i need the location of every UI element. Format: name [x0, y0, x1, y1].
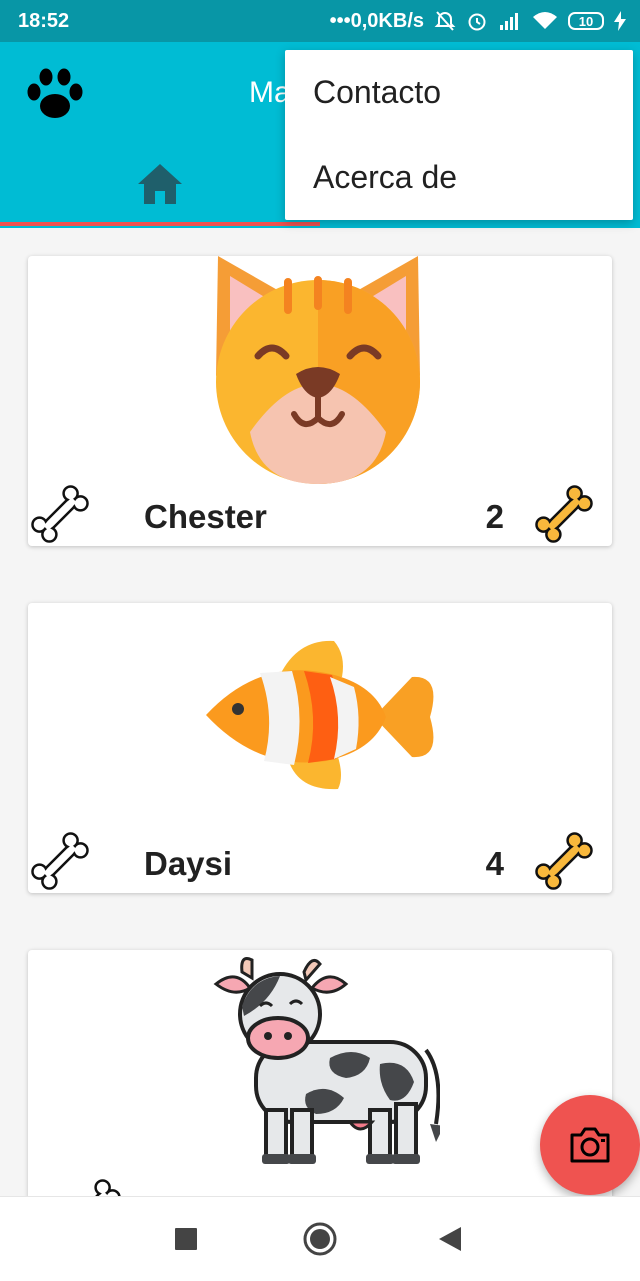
tab-indicator: [0, 222, 320, 226]
menu-item-contacto[interactable]: Contacto: [285, 50, 633, 135]
pet-name: Daysi: [144, 845, 233, 882]
bone-filled-icon[interactable]: [532, 482, 596, 546]
pet-rating: 4: [485, 845, 504, 882]
pet-card-chester[interactable]: Chester 2: [28, 256, 612, 546]
signal-icon: [500, 13, 518, 30]
camera-icon: [570, 1127, 610, 1163]
bone-outline-icon[interactable]: [28, 829, 92, 893]
camera-fab[interactable]: [540, 1095, 640, 1195]
status-icons: •••0,0KB/s 10: [330, 10, 626, 33]
home-circle-icon[interactable]: [300, 1219, 340, 1259]
network-speed: •••0,0KB/s: [329, 9, 424, 32]
battery-icon: 10: [568, 12, 604, 30]
fish-image: [206, 640, 434, 790]
cat-image: [216, 256, 420, 484]
overflow-menu: Contacto Acerca de: [285, 50, 633, 220]
pet-name: Chester: [144, 498, 267, 535]
recents-icon[interactable]: [166, 1219, 206, 1259]
system-nav-bar: [0, 1196, 640, 1281]
wifi-icon: [533, 12, 557, 29]
pet-card-daysi[interactable]: Daysi 4: [28, 603, 612, 893]
menu-item-acerca-de[interactable]: Acerca de: [285, 135, 633, 220]
bone-outline-icon[interactable]: [28, 482, 92, 546]
home-tab-icon[interactable]: [136, 160, 184, 208]
alarm-off-icon: [434, 11, 456, 31]
back-icon[interactable]: [430, 1219, 470, 1259]
status-time: 18:52: [18, 9, 70, 32]
charging-icon: [614, 11, 626, 31]
battery-level: 10: [578, 13, 594, 29]
paw-icon: [27, 68, 83, 118]
status-bar: 18:52 •••0,0KB/s 10: [0, 0, 640, 42]
bone-filled-icon[interactable]: [532, 829, 596, 893]
cow-image: [213, 957, 440, 1164]
alarm-clock-icon: [468, 13, 486, 31]
pet-rating: 2: [485, 498, 504, 535]
